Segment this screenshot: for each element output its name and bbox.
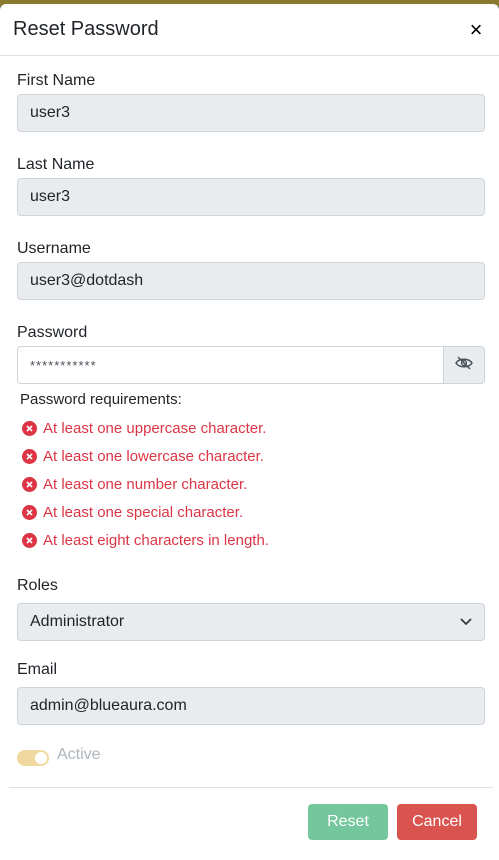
reset-button[interactable]: Reset [308, 804, 388, 840]
password-visibility-toggle[interactable] [443, 346, 485, 384]
cancel-button[interactable]: Cancel [397, 804, 477, 840]
x-circle-icon [22, 532, 37, 548]
roles-label: Roles [17, 577, 58, 594]
eye-slash-icon [455, 356, 473, 375]
password-field[interactable]: *********** [17, 346, 443, 384]
x-circle-icon [22, 420, 37, 436]
active-toggle-group: Active [17, 744, 101, 766]
requirement-text: At least eight characters in length. [43, 531, 269, 549]
password-requirements-title: Password requirements: [20, 391, 182, 408]
toggle-knob [35, 752, 47, 764]
active-label: Active [57, 746, 101, 763]
password-requirements-list: At least one uppercase character. At lea… [22, 414, 269, 554]
dialog-title: Reset Password [13, 18, 159, 40]
chevron-down-icon [460, 613, 472, 631]
x-circle-icon [22, 448, 37, 464]
requirement-text: At least one uppercase character. [43, 419, 267, 437]
requirement-item: At least eight characters in length. [22, 526, 269, 554]
requirement-text: At least one lowercase character. [43, 447, 264, 465]
roles-select[interactable]: Administrator [17, 603, 485, 641]
x-circle-icon [22, 504, 37, 520]
email-field[interactable]: admin@blueaura.com [17, 687, 485, 725]
requirement-text: At least one number character. [43, 475, 248, 493]
email-label: Email [17, 661, 58, 678]
active-toggle[interactable] [17, 750, 49, 766]
last-name-field[interactable]: user3 [17, 178, 485, 216]
x-circle-icon [22, 476, 37, 492]
username-label: Username [17, 240, 91, 257]
password-input-group: *********** [17, 346, 485, 384]
password-label: Password [17, 324, 88, 341]
roles-selected-value: Administrator [30, 613, 125, 630]
requirement-text: At least one special character. [43, 503, 244, 521]
requirement-item: At least one special character. [22, 498, 269, 526]
first-name-field[interactable]: user3 [17, 94, 485, 132]
close-icon[interactable]: × [466, 18, 486, 41]
requirement-item: At least one lowercase character. [22, 442, 269, 470]
dialog-header: Reset Password × [0, 4, 499, 56]
requirement-item: At least one uppercase character. [22, 414, 269, 442]
first-name-label: First Name [17, 72, 96, 89]
last-name-label: Last Name [17, 156, 95, 173]
dialog-footer-divider [9, 787, 493, 788]
requirement-item: At least one number character. [22, 470, 269, 498]
username-field[interactable]: user3@dotdash [17, 262, 485, 300]
